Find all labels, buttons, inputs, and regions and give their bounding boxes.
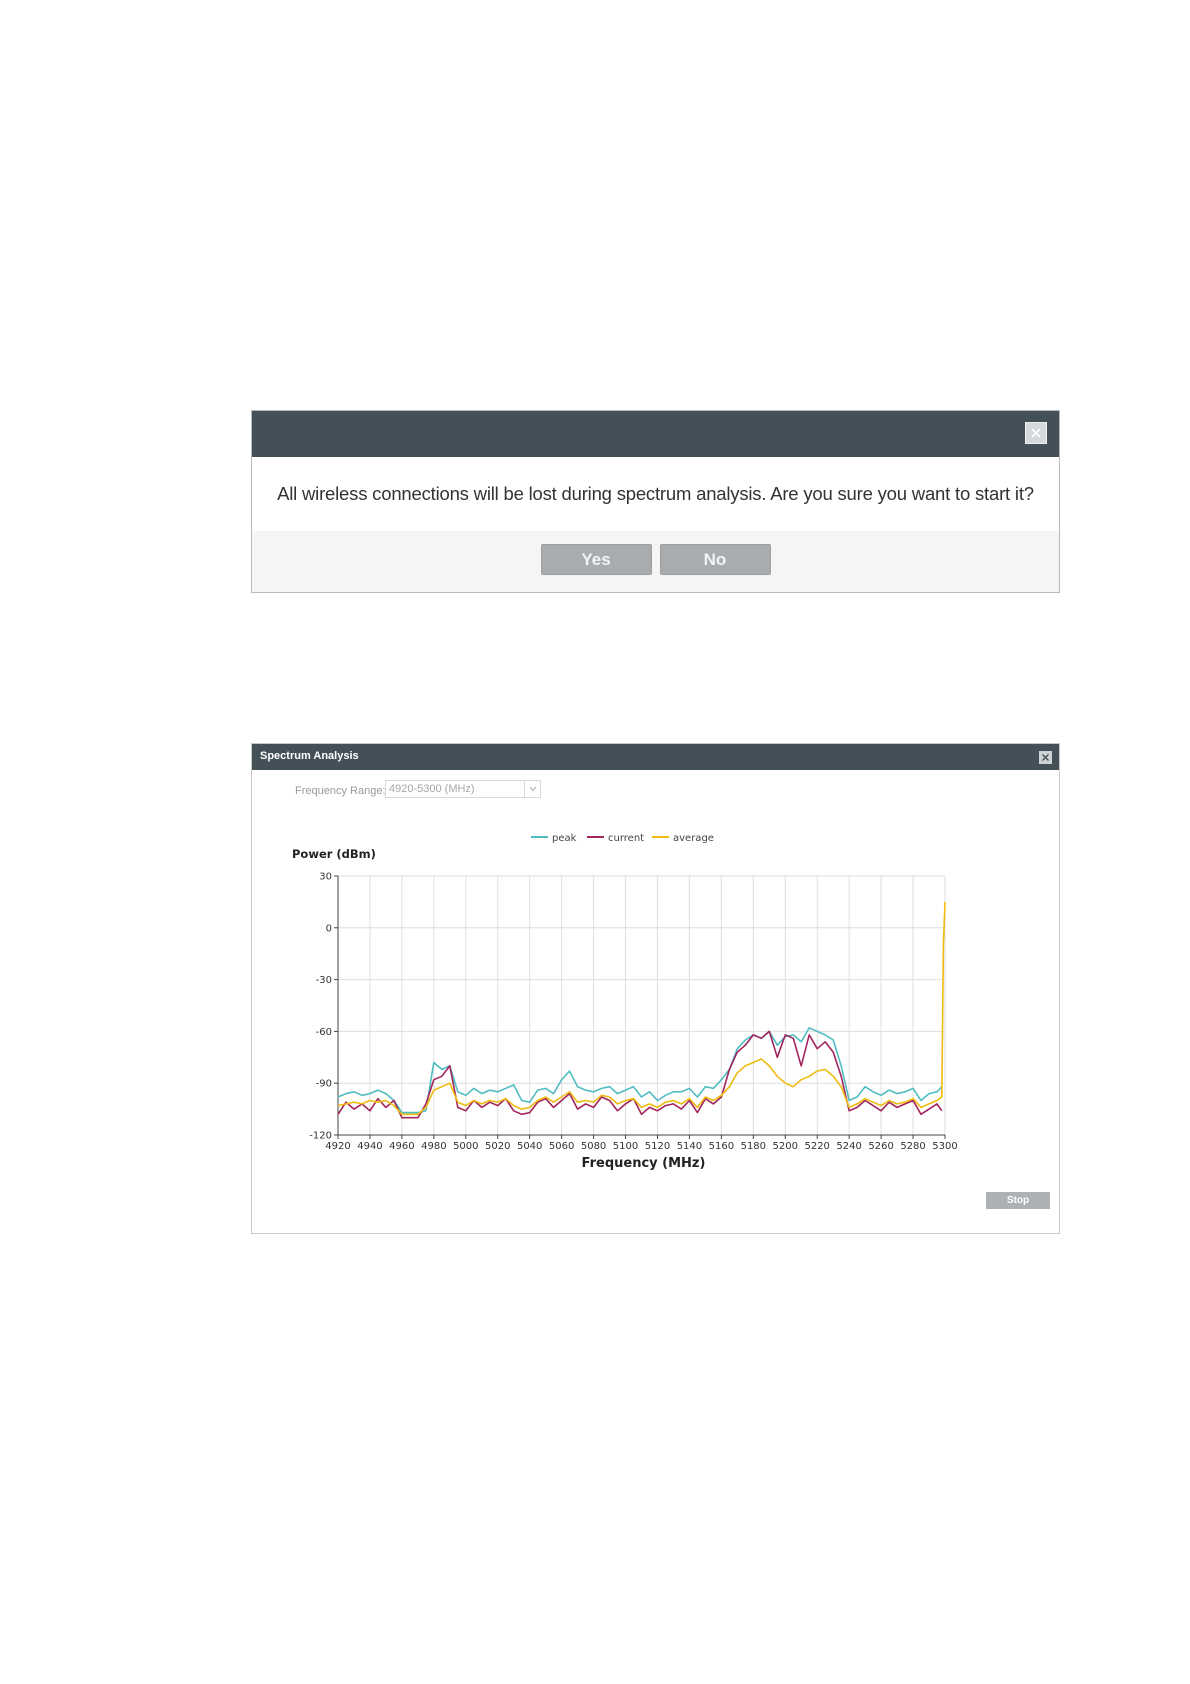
x-tick-label: 4960 xyxy=(389,1141,414,1152)
y-tick-label: -120 xyxy=(309,1131,332,1142)
no-button[interactable]: No xyxy=(659,544,771,575)
x-tick-label: 5100 xyxy=(613,1141,638,1152)
x-tick-label: 5120 xyxy=(645,1141,670,1152)
stop-button[interactable]: Stop xyxy=(986,1192,1050,1209)
x-tick-label: 5180 xyxy=(741,1141,766,1152)
window-title: Spectrum Analysis xyxy=(260,750,359,762)
dialog-header xyxy=(252,411,1059,457)
dialog-footer: Yes No xyxy=(252,531,1059,592)
y-tick-label: -30 xyxy=(316,975,332,986)
x-tick-label: 5260 xyxy=(868,1141,893,1152)
legend-label-average: average xyxy=(673,833,714,844)
y-tick-label: -90 xyxy=(316,1079,332,1090)
window-close-button[interactable] xyxy=(1039,751,1052,764)
x-tick-label: 4940 xyxy=(357,1141,382,1152)
x-tick-label: 5000 xyxy=(453,1141,478,1152)
close-button[interactable] xyxy=(1025,422,1047,444)
spectrum-chart: 4920 4940 4960 4980 5000 5020 5040 5060 5080 5100… xyxy=(292,833,958,1171)
series-line-average xyxy=(337,901,946,1116)
x-tick-label: 5200 xyxy=(773,1141,798,1152)
legend-label-peak: peak xyxy=(552,833,577,844)
x-axis-label: Frequency (MHz) xyxy=(582,1156,706,1171)
x-tick-label: 5020 xyxy=(485,1141,510,1152)
y-tick-label: -60 xyxy=(316,1027,332,1038)
x-tick-label: 5060 xyxy=(549,1141,574,1152)
x-tick-label: 5280 xyxy=(900,1141,925,1152)
x-tick-label: 5240 xyxy=(836,1141,861,1152)
x-tick-label: 5140 xyxy=(677,1141,702,1152)
x-tick-label: 4920 xyxy=(325,1141,350,1152)
window-header: Spectrum Analysis xyxy=(252,744,1059,770)
dialog-message: All wireless connections will be lost du… xyxy=(277,483,1034,504)
y-axis-label: Power (dBm) xyxy=(292,847,376,861)
x-tick-label: 5160 xyxy=(709,1141,734,1152)
x-tick-label: 5040 xyxy=(517,1141,542,1152)
close-icon xyxy=(1042,754,1049,761)
x-tick-label: 5300 xyxy=(932,1141,957,1152)
confirm-dialog: All wireless connections will be lost du… xyxy=(251,410,1060,593)
y-tick-label: 0 xyxy=(326,923,332,934)
x-tick-label: 4980 xyxy=(421,1141,446,1152)
legend-label-current: current xyxy=(608,833,644,844)
x-tick-label: 5220 xyxy=(804,1141,829,1152)
x-tick-label: 5080 xyxy=(581,1141,606,1152)
y-tick-label: 30 xyxy=(319,872,332,883)
spectrum-analysis-window: Spectrum Analysis Frequency Range: 4920-… xyxy=(251,743,1060,1234)
close-icon xyxy=(1031,428,1041,438)
yes-button[interactable]: Yes xyxy=(540,544,652,575)
